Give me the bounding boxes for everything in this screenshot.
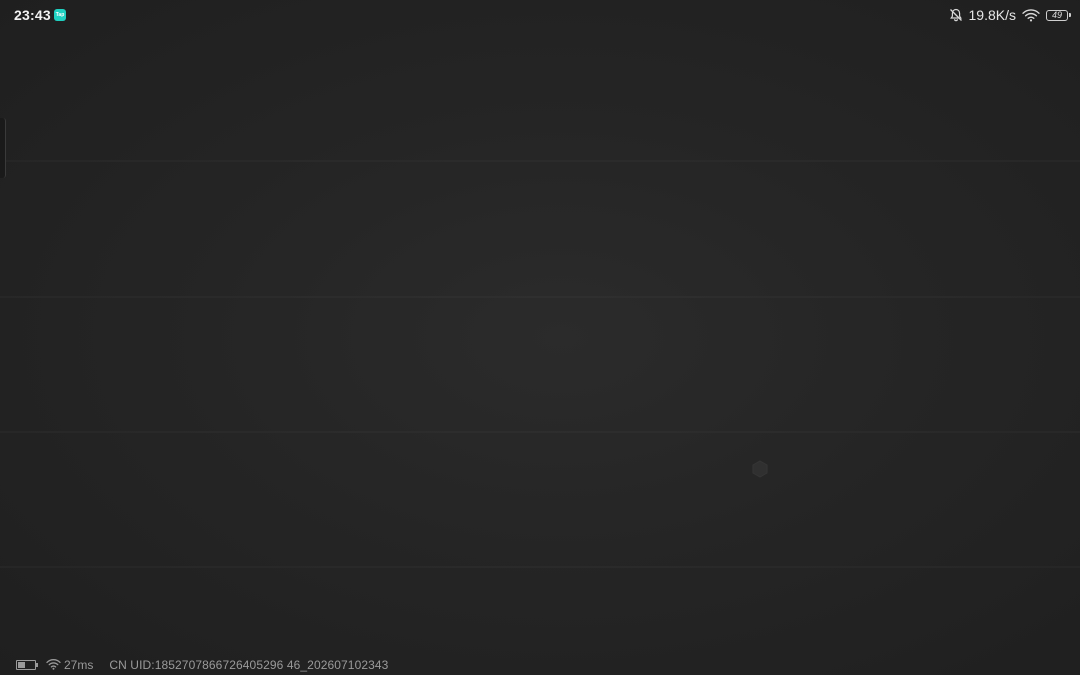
battery-fill [18, 662, 26, 668]
scanline [0, 160, 1080, 162]
hexagon-icon [752, 460, 768, 478]
wifi-icon [46, 658, 61, 673]
status-indicators: 19.8K/s 49 [949, 6, 1071, 24]
game-info-bar: 27ms CN UID:1852707866726405296 46_20260… [16, 657, 388, 673]
ping-latency: 27ms [64, 658, 94, 672]
player-uid: CN UID:1852707866726405296 46_2026071023… [109, 658, 389, 672]
taptap-app-icon: Tap [54, 9, 66, 21]
scanline [0, 566, 1080, 568]
wifi-icon [1022, 8, 1040, 22]
battery-indicator: 49 [1046, 9, 1071, 21]
edge-drawer-handle[interactable] [0, 118, 6, 178]
network-speed: 19.8K/s [968, 7, 1016, 23]
scanline [0, 431, 1080, 433]
battery-icon [16, 660, 38, 670]
scanline [0, 296, 1080, 298]
status-clock: 23:43 [14, 7, 51, 23]
status-bar: 23:43 Tap 19.8K/s 49 [0, 0, 1080, 30]
game-screen[interactable]: 23:43 Tap 19.8K/s 49 27ms CN UID:1852707… [0, 0, 1080, 675]
bell-off-icon [949, 8, 963, 22]
